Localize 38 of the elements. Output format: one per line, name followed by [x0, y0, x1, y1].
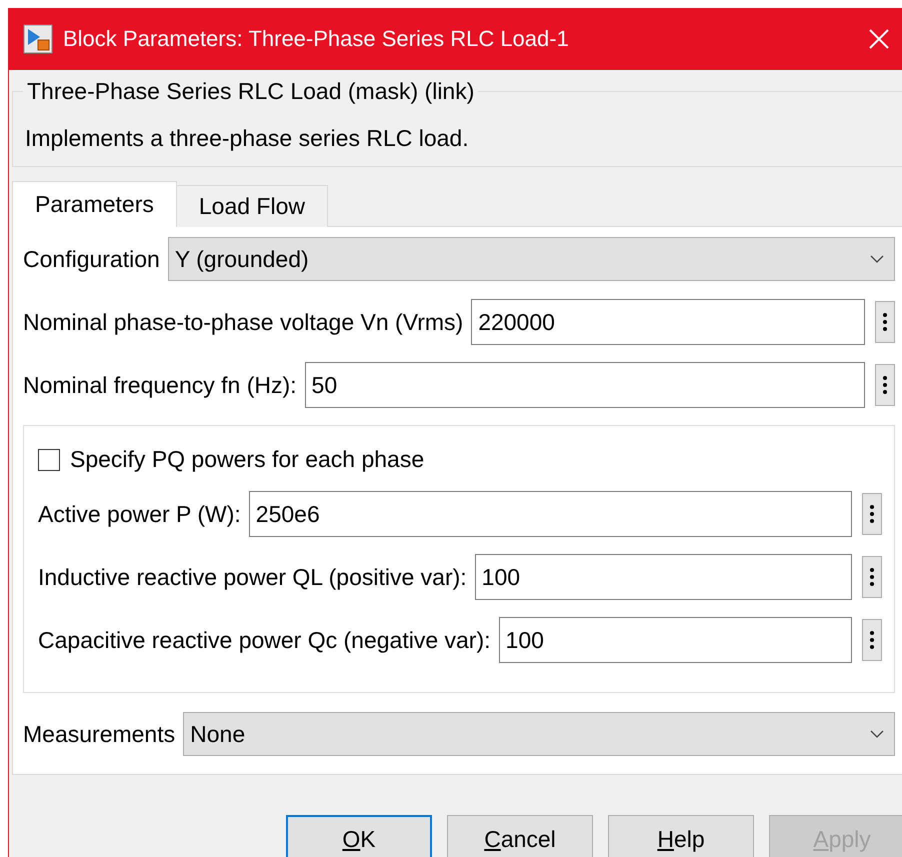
chevron-down-icon	[870, 255, 884, 263]
vertical-dots-icon	[870, 504, 874, 524]
checkbox-label: Specify PQ powers for each phase	[70, 446, 424, 473]
more-options-button[interactable]	[875, 301, 895, 343]
chevron-down-icon	[870, 730, 884, 738]
more-options-button[interactable]	[862, 556, 882, 598]
field-label: Measurements	[23, 720, 176, 748]
dropdown[interactable]: None	[183, 712, 895, 756]
input-field[interactable]: 50	[304, 362, 865, 408]
field-label: Configuration	[23, 246, 160, 272]
tab[interactable]: Parameters	[12, 181, 177, 227]
close-icon	[868, 28, 890, 50]
app-icon	[23, 24, 53, 54]
description: Implements a three-phase series RLC load.	[25, 124, 470, 152]
field-label: Nominal phase-to-phase voltage Vn (Vrms)	[23, 308, 464, 336]
vertical-dots-icon	[870, 630, 874, 650]
dropdown[interactable]: Y (grounded)	[168, 237, 895, 281]
group-title: Three-Phase Series RLC Load (mask) (link)	[26, 78, 476, 105]
input-field[interactable]: 100	[474, 554, 852, 600]
dialog-button[interactable]: Help	[608, 815, 754, 857]
checkbox[interactable]	[38, 448, 60, 470]
more-options-button[interactable]	[862, 493, 882, 535]
dialog-button[interactable]: Cancel	[447, 815, 593, 857]
more-options-button[interactable]	[875, 364, 895, 406]
vertical-dots-icon	[870, 567, 874, 587]
tab[interactable]: Load Flow	[176, 185, 328, 227]
field-label: Capacitive reactive power Qc (negative var):	[38, 626, 491, 654]
field-label: Inductive reactive power QL (positive var):	[38, 564, 467, 590]
field-label: Nominal frequency fn (Hz):	[23, 372, 297, 398]
field-label: Active power P (W):	[38, 500, 241, 528]
input-field[interactable]: 250e6	[248, 491, 852, 537]
dialog-button[interactable]: OK	[286, 815, 432, 857]
input-field[interactable]: 220000	[471, 299, 865, 345]
vertical-dots-icon	[883, 312, 887, 332]
vertical-dots-icon	[883, 375, 887, 395]
input-field[interactable]: 100	[498, 617, 852, 663]
more-options-button[interactable]	[862, 619, 882, 661]
window-title: Block Parameters: Three-Phase Series RLC Load-1	[63, 26, 570, 52]
